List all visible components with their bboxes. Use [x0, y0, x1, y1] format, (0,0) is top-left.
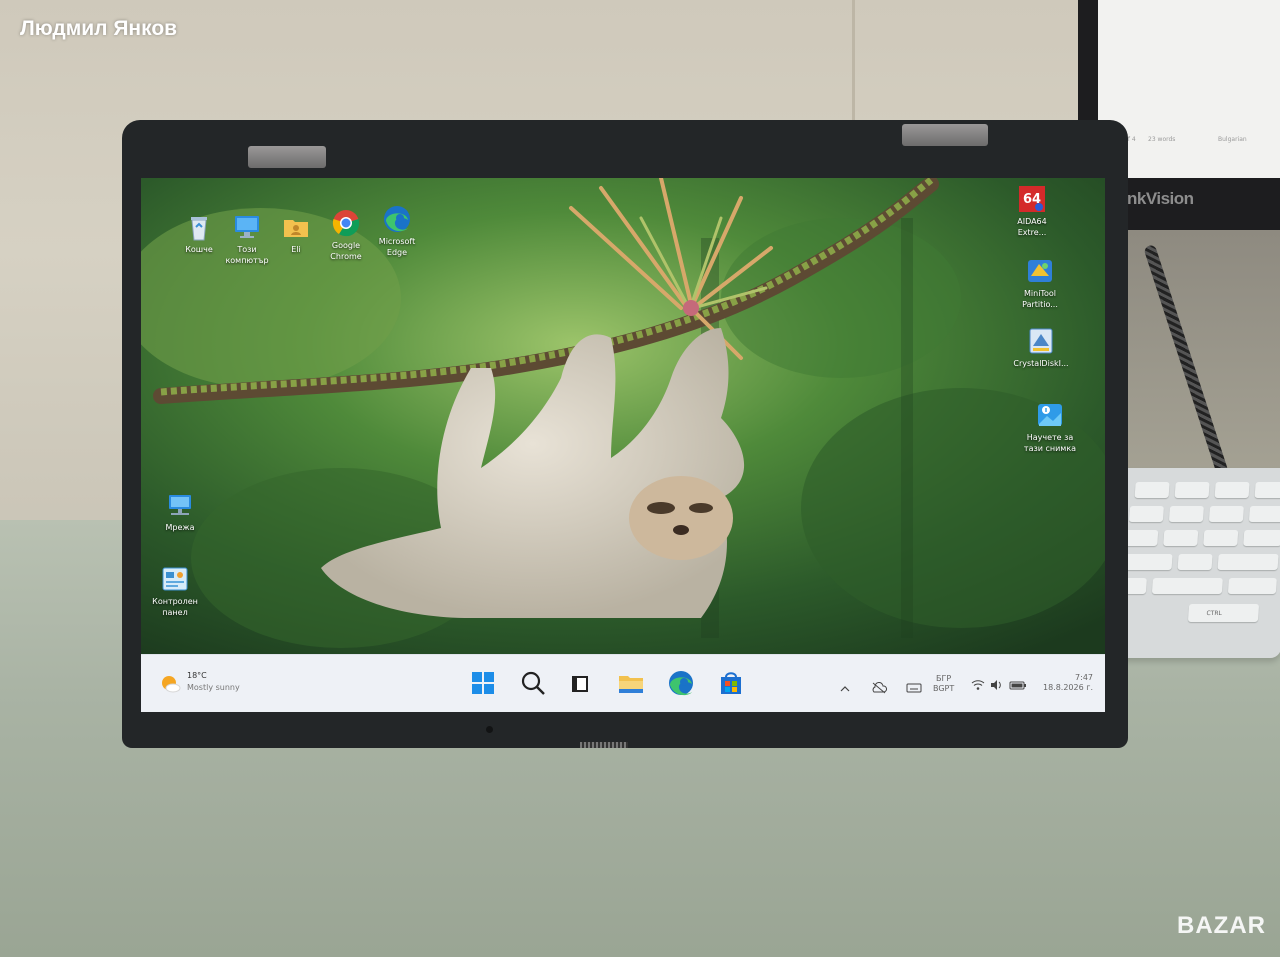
windows-start-icon — [472, 672, 494, 694]
volume-icon — [991, 680, 1001, 690]
task-view-icon — [572, 676, 588, 692]
task-view-button[interactable] — [565, 667, 597, 699]
start-button[interactable] — [467, 667, 499, 699]
cloud-offline-icon — [872, 682, 888, 694]
edge-icon — [669, 671, 693, 696]
user-folder-icon — [281, 212, 311, 242]
edge-taskbar-button[interactable] — [665, 667, 697, 699]
laptop-screen: Кошче Този компютър Eli Google Chrome Mi… — [141, 178, 1105, 712]
laptop-hinge-left — [248, 146, 326, 168]
clock-time: 7:47 — [1075, 673, 1093, 682]
laptop-vent — [580, 742, 628, 748]
network-icon — [165, 490, 195, 520]
keyboard: CTRL — [1105, 468, 1280, 658]
taskbar: 18°C Mostly sunny БГР BGPT 7:47 18.8.202… — [141, 654, 1105, 712]
webcam — [486, 726, 493, 733]
onedrive-status-button[interactable] — [871, 679, 888, 698]
ctrl-key-label: CTRL — [1206, 610, 1223, 617]
weather-temperature: 18°C — [187, 671, 207, 680]
desktop-icon-label: Контролен панел — [152, 597, 198, 617]
language-code: БГР — [936, 674, 952, 683]
learn-about-picture-icon — [1035, 400, 1065, 430]
search-button[interactable] — [517, 667, 549, 699]
desktop-icon-microsoft-edge[interactable]: Microsoft Edge — [366, 204, 428, 258]
desktop-icon-label: Научете за тази снимка — [1023, 433, 1077, 453]
clock-button[interactable]: 7:47 18.8.2026 г. — [1033, 673, 1093, 693]
chevron-up-icon — [840, 686, 850, 692]
clock-date: 18.8.2026 г. — [1042, 683, 1093, 692]
desktop-icon-learn-about-picture[interactable]: Научете за тази снимка — [1019, 400, 1081, 454]
desktop-icon-label: Мрежа — [165, 523, 195, 532]
keyboard-layout-code: BGPT — [933, 684, 955, 693]
weather-description: Mostly sunny — [187, 683, 240, 692]
desktop-icon-label: AIDA64 Extre... — [1017, 217, 1047, 237]
monitor-stand — [1110, 230, 1280, 480]
desktop-icon-label: MiniTool Partitio... — [1022, 289, 1058, 309]
desktop-icon-control-panel[interactable]: Контролен панел — [144, 564, 206, 618]
show-hidden-icons-button[interactable] — [839, 679, 851, 698]
keyboard-icon — [906, 683, 922, 693]
store-button[interactable] — [715, 667, 747, 699]
desktop-icon-label: Microsoft Edge — [378, 237, 416, 257]
battery-icon — [1009, 681, 1026, 690]
aida64-icon: 64 — [1017, 184, 1047, 214]
file-explorer-button[interactable] — [615, 667, 647, 699]
desktop-icon-aida64[interactable]: 64 AIDA64 Extre... — [1001, 184, 1063, 238]
touch-keyboard-button[interactable] — [906, 679, 922, 698]
chrome-icon — [331, 208, 361, 238]
crystaldisk-icon — [1026, 326, 1056, 356]
monitor-status-language: Bulgarian — [1218, 136, 1247, 143]
computer-icon — [232, 212, 262, 242]
desktop-icon-crystaldisk[interactable]: CrystalDiskI... — [1010, 326, 1072, 369]
wall-seam — [852, 0, 855, 130]
search-icon — [521, 671, 545, 695]
desktop-icon-minitool-partition[interactable]: MiniTool Partitio... — [1009, 256, 1071, 310]
input-language-indicator[interactable]: БГР BGPT — [933, 674, 954, 694]
wifi-icon — [971, 680, 985, 690]
bazar-logo-watermark: BAZAR — [1177, 912, 1266, 939]
file-explorer-icon — [619, 676, 643, 693]
microsoft-store-icon — [721, 672, 741, 694]
minitool-icon — [1025, 256, 1055, 286]
seller-name-watermark: Людмил Янков — [20, 17, 178, 40]
recycle-bin-icon — [184, 212, 214, 242]
sun-cloud-icon — [162, 676, 181, 693]
laptop-hinge-right — [902, 124, 988, 146]
desktop-icon-network[interactable]: Мрежа — [149, 490, 211, 533]
desktop-icon-label: CrystalDiskI... — [1013, 359, 1069, 368]
edge-icon — [382, 204, 412, 234]
monitor-status-words: 23 words — [1148, 136, 1176, 143]
control-panel-icon — [160, 564, 190, 594]
